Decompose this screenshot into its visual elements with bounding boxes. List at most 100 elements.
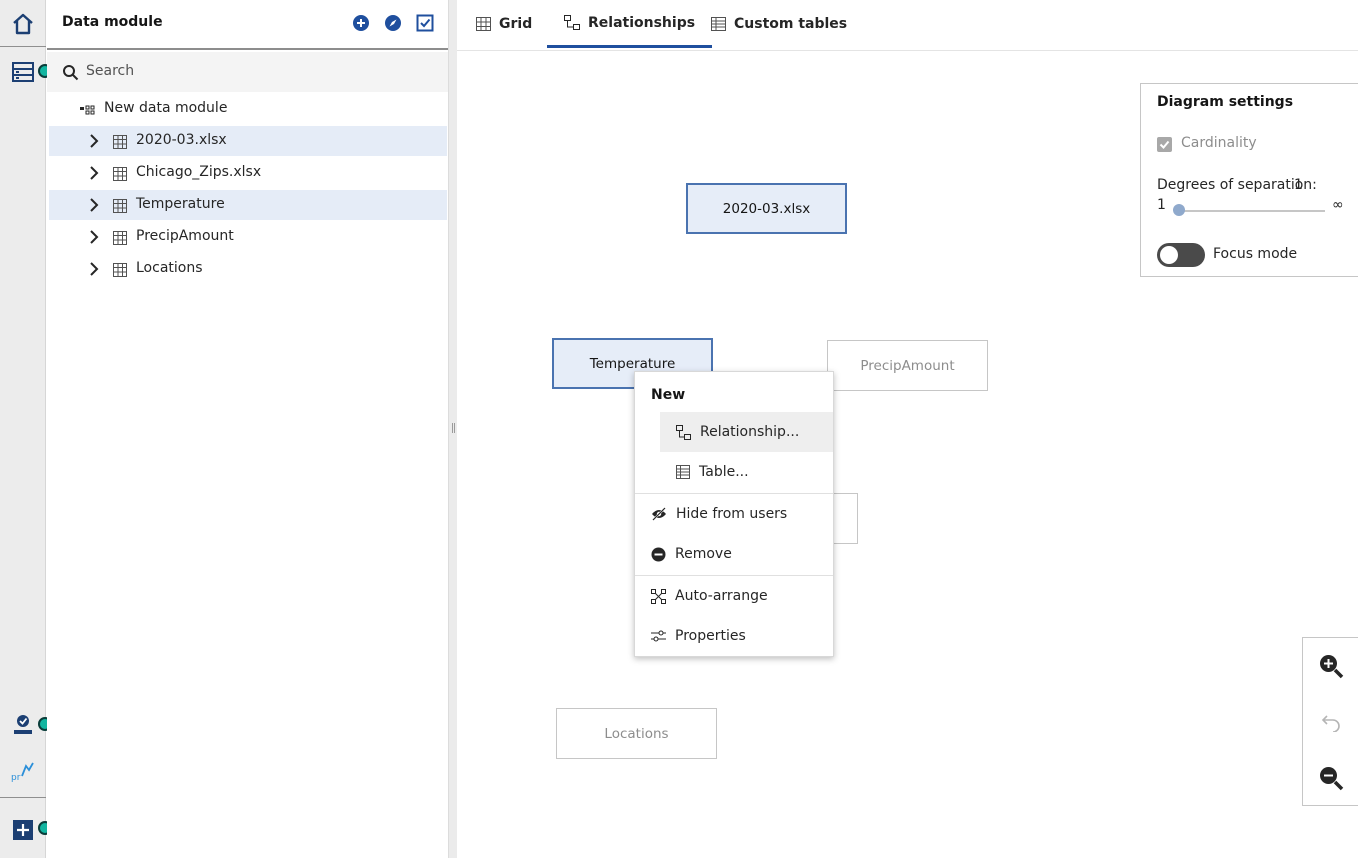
reset-zoom-button[interactable] — [1303, 694, 1358, 750]
menu-item-table[interactable]: Table... — [660, 452, 833, 492]
add-sources-icon[interactable] — [352, 14, 370, 32]
home-button[interactable] — [0, 2, 46, 46]
tree-item-chicago-zips[interactable]: Chicago_Zips.xlsx — [49, 158, 447, 188]
tree-item-precipamount[interactable]: PrecipAmount — [49, 222, 447, 252]
chevron-right-icon[interactable] — [89, 262, 99, 276]
degrees-value: 1 — [1294, 177, 1303, 193]
menu-item-label: Auto-arrange — [675, 588, 768, 604]
menu-item-label: Remove — [675, 546, 732, 562]
tree-item-label: PrecipAmount — [136, 228, 234, 244]
diagram-node-precipamount[interactable]: PrecipAmount — [827, 340, 988, 391]
focus-mode-label: Focus mode — [1213, 246, 1298, 262]
chevron-right-icon[interactable] — [89, 230, 99, 244]
data-server-icon — [12, 62, 34, 82]
prompt-button[interactable]: pr — [0, 750, 46, 794]
search-placeholder: Search — [86, 63, 135, 79]
zoom-controls — [1302, 637, 1358, 806]
home-icon — [13, 13, 33, 35]
panel-header: Data module — [47, 0, 448, 50]
menu-item-label: Table... — [699, 464, 749, 480]
menu-item-hide-from-users[interactable]: Hide from users — [635, 494, 833, 534]
menu-item-label: Properties — [675, 628, 746, 644]
user-check-icon — [14, 715, 32, 734]
slider-min-label: 1 — [1157, 197, 1166, 213]
tree-item-2020-03[interactable]: 2020-03.xlsx — [49, 126, 447, 156]
tree-item-locations[interactable]: Locations — [49, 254, 447, 284]
node-label: PrecipAmount — [860, 357, 955, 374]
diagram-node-2020-03[interactable]: 2020-03.xlsx — [686, 183, 847, 234]
search-input[interactable]: Search — [47, 52, 448, 92]
remove-icon — [651, 547, 666, 561]
menu-section-new: New — [651, 387, 686, 403]
tree-item-label: Chicago_Zips.xlsx — [136, 164, 262, 180]
data-module-icon — [80, 105, 95, 115]
menu-item-label: Relationship... — [700, 424, 800, 440]
degrees-slider-handle[interactable] — [1173, 204, 1185, 216]
auto-arrange-icon — [651, 588, 666, 604]
diagram-settings-panel: Diagram settings Cardinality Degrees of … — [1140, 83, 1358, 277]
diagram-node-locations[interactable]: Locations — [556, 708, 717, 759]
cardinality-checkbox[interactable] — [1157, 137, 1172, 152]
zoom-in-icon — [1320, 655, 1344, 679]
menu-item-remove[interactable]: Remove — [635, 534, 833, 574]
main-area: Grid Relationships Custom tables 2020-03… — [457, 0, 1358, 858]
context-menu: New Relationship... Table... Hide from u… — [634, 371, 834, 657]
tree-item-label: Locations — [136, 260, 203, 276]
node-label: Locations — [604, 725, 669, 742]
tab-custom-tables[interactable]: Custom tables — [694, 0, 864, 48]
svg-text:pr: pr — [11, 773, 21, 783]
panel-splitter[interactable] — [448, 0, 457, 858]
menu-item-relationship[interactable]: Relationship... — [660, 412, 833, 452]
view-tabs: Grid Relationships Custom tables — [457, 0, 1358, 51]
node-label: Temperature — [589, 355, 676, 372]
tab-relationships[interactable]: Relationships — [547, 0, 713, 48]
degrees-slider-track[interactable] — [1179, 210, 1325, 212]
tab-label: Grid — [499, 16, 533, 32]
menu-item-properties[interactable]: Properties — [635, 616, 833, 656]
node-label: 2020-03.xlsx — [722, 200, 811, 217]
relationships-icon — [564, 15, 580, 30]
tab-label: Relationships — [588, 14, 696, 31]
tree-item-temperature[interactable]: Temperature — [49, 190, 447, 220]
menu-item-auto-arrange[interactable]: Auto-arrange — [635, 576, 833, 616]
sliders-icon — [651, 630, 666, 642]
cardinality-label: Cardinality — [1181, 135, 1257, 151]
undo-icon — [1321, 715, 1340, 732]
search-icon — [63, 65, 79, 81]
rail-divider — [0, 46, 46, 47]
checkmark-icon — [1159, 140, 1170, 149]
chevron-right-icon[interactable] — [89, 198, 99, 212]
table-icon — [113, 167, 127, 181]
module-root-item[interactable]: New data module — [47, 94, 448, 124]
tree-item-label: 2020-03.xlsx — [136, 132, 227, 148]
data-module-panel: Data module Search New data module 2020-… — [47, 0, 448, 858]
table-icon — [113, 199, 127, 213]
compass-icon[interactable] — [384, 14, 402, 32]
splitter-grip[interactable] — [452, 423, 455, 433]
rail-divider — [0, 797, 46, 798]
panel-title: Data module — [62, 14, 163, 30]
eye-hidden-icon — [652, 507, 666, 521]
chevron-right-icon[interactable] — [89, 134, 99, 148]
chevron-right-icon[interactable] — [89, 166, 99, 180]
degrees-label: Degrees of separation: — [1157, 177, 1317, 193]
toggle-knob — [1160, 246, 1178, 264]
table-icon — [113, 135, 127, 149]
check-square-icon[interactable] — [416, 14, 434, 32]
tab-label: Custom tables — [734, 16, 848, 32]
slider-max-label: ∞ — [1332, 197, 1344, 213]
tab-grid[interactable]: Grid — [459, 0, 549, 48]
module-name: New data module — [104, 100, 228, 116]
focus-mode-toggle[interactable] — [1157, 243, 1205, 267]
table-icon — [676, 465, 690, 479]
menu-item-label: Hide from users — [676, 506, 788, 522]
custom-table-icon — [711, 17, 726, 31]
relationship-icon — [676, 424, 691, 440]
tree-item-label: Temperature — [136, 196, 225, 212]
zoom-out-icon — [1320, 767, 1344, 791]
settings-title: Diagram settings — [1157, 94, 1294, 110]
table-icon — [113, 263, 127, 277]
zoom-out-button[interactable] — [1303, 750, 1358, 806]
table-icon — [113, 231, 127, 245]
zoom-in-button[interactable] — [1303, 638, 1358, 694]
